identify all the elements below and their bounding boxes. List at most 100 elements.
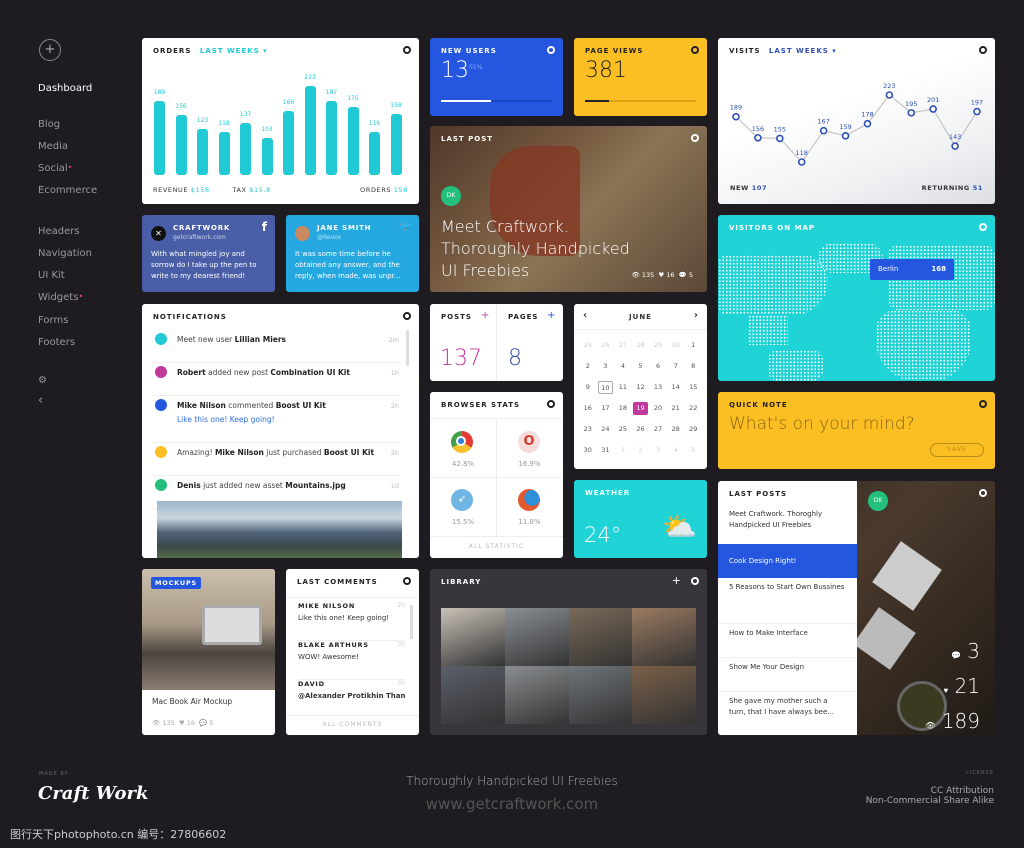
options-icon[interactable] [979, 223, 987, 231]
data-point[interactable] [776, 134, 784, 143]
library-photo[interactable] [632, 608, 696, 666]
calendar-day[interactable]: 3 [598, 360, 614, 373]
options-icon[interactable] [979, 400, 987, 408]
data-point[interactable] [929, 105, 937, 113]
library-photo[interactable] [504, 666, 569, 724]
data-point[interactable] [951, 142, 959, 150]
sidebar-item-ecommerce[interactable]: Ecommerce [38, 185, 97, 196]
calendar-day[interactable]: 30 [668, 339, 684, 352]
all-statistic-link[interactable]: ALL STATISTIC [430, 543, 563, 550]
mockups-card[interactable]: MOCKUPS Mac Book Air Mockup 👁 135 ♥ 16 💬… [142, 569, 275, 735]
calendar-day[interactable]: 10 [597, 381, 614, 394]
all-comments-link[interactable]: ALL COMMENTS [286, 721, 419, 728]
calendar-day[interactable]: 15 [685, 381, 701, 394]
sidebar-item-footers[interactable]: Footers [38, 337, 75, 348]
facebook-post-card[interactable]: ✕ CRAFTWORK getcraftwork.com f With what… [142, 215, 275, 292]
calendar-day[interactable]: 11 [615, 381, 631, 394]
notification-item[interactable]: Mike Nilson commented Boost UI Kit Like … [153, 396, 399, 443]
calendar-day[interactable]: 19 [632, 402, 649, 415]
calendar-day[interactable]: 8 [685, 360, 701, 373]
calendar-day[interactable]: 27 [615, 339, 631, 352]
library-photo[interactable] [504, 608, 569, 666]
post-list-item[interactable]: She gave my mother such a turn, that I h… [718, 692, 857, 735]
post-list-item[interactable]: 5 Reasons to Start Own Bussines [718, 578, 857, 624]
options-icon[interactable] [691, 577, 699, 585]
last-post-card[interactable]: LAST POST DK Meet Craftwork. Thoroughly … [430, 126, 707, 292]
calendar-day[interactable]: 17 [598, 402, 614, 415]
calendar-day[interactable]: 7 [668, 360, 684, 373]
calendar-day[interactable]: 6 [650, 360, 666, 373]
comment-item[interactable]: BLAKE ARTHURS WOW! Awesome! 3h [298, 641, 405, 680]
calendar-day[interactable]: 2 [633, 444, 649, 457]
post-headline[interactable]: Meet Craftwork. Thoroughly Handpicked UI… [441, 216, 651, 282]
calendar-day[interactable]: 31 [598, 444, 614, 457]
data-point[interactable] [732, 112, 740, 121]
calendar-day[interactable]: 4 [668, 444, 684, 457]
options-icon[interactable] [691, 46, 699, 54]
calendar-day[interactable]: 21 [668, 402, 684, 415]
scrollbar[interactable] [406, 330, 409, 366]
collapse-icon[interactable]: ‹ [38, 393, 43, 408]
data-point[interactable] [841, 132, 850, 140]
data-point[interactable] [754, 133, 762, 142]
sidebar-item-forms[interactable]: Forms [38, 315, 68, 326]
options-icon[interactable] [979, 489, 987, 497]
scrollbar[interactable] [410, 605, 413, 639]
options-icon[interactable] [691, 134, 699, 142]
library-photo[interactable] [441, 666, 505, 724]
calendar-day[interactable]: 1 [685, 339, 701, 352]
add-icon[interactable]: + [672, 574, 681, 587]
calendar-day[interactable]: 29 [650, 339, 666, 352]
calendar-day[interactable]: 25 [615, 423, 631, 436]
library-photo[interactable] [568, 666, 633, 724]
library-photo[interactable] [441, 608, 505, 666]
calendar-day[interactable]: 23 [580, 423, 596, 436]
calendar-day[interactable]: 28 [633, 339, 649, 352]
data-point[interactable] [973, 107, 981, 116]
notification-item[interactable]: Meet new user Lillian Miers 2m [153, 330, 399, 363]
sidebar-item-widgets[interactable]: Widgets• [38, 292, 83, 303]
data-point[interactable] [885, 91, 894, 99]
data-point[interactable] [797, 158, 806, 166]
data-point[interactable] [907, 109, 916, 117]
note-input[interactable]: What's on your mind? [729, 414, 915, 434]
calendar-day[interactable]: 29 [685, 423, 701, 436]
calendar-day[interactable]: 13 [650, 381, 666, 394]
calendar-day[interactable]: 16 [580, 402, 596, 415]
notification-item[interactable]: Robert added new post Combination UI Kit… [153, 363, 399, 396]
calendar-day[interactable]: 2 [580, 360, 596, 373]
data-point[interactable] [863, 119, 872, 128]
settings-icon[interactable]: ⚙ [38, 375, 47, 386]
calendar-day[interactable]: 24 [598, 423, 614, 436]
sidebar-item-uikit[interactable]: UI Kit [38, 270, 65, 281]
calendar-day[interactable]: 1 [615, 444, 631, 457]
calendar-day[interactable]: 26 [633, 423, 649, 436]
sidebar-item-navigation[interactable]: Navigation [38, 248, 92, 259]
comment-item[interactable]: DAVID @Alexander Protikhin Than- 3h [298, 680, 405, 719]
orders-filter[interactable]: LAST WEEKS ▾ [200, 47, 268, 55]
calendar-day[interactable]: 9 [580, 381, 596, 394]
sidebar-item-headers[interactable]: Headers [38, 226, 80, 237]
add-post-button[interactable]: + [481, 310, 489, 321]
sidebar-item-media[interactable]: Media [38, 141, 68, 152]
comment-item[interactable]: MIKE NILSON Like this one! Keep going! 2… [298, 602, 405, 641]
post-list-item[interactable]: Cook Design Right! [718, 544, 857, 578]
calendar-day[interactable]: 5 [633, 360, 649, 373]
calendar-day[interactable]: 4 [615, 360, 631, 373]
save-button[interactable]: SAVE [930, 443, 984, 457]
options-icon[interactable] [403, 312, 411, 320]
add-page-button[interactable]: + [547, 310, 555, 321]
sidebar-item-blog[interactable]: Blog [38, 119, 60, 130]
post-list-item[interactable]: Show Me Your Design [718, 658, 857, 692]
options-icon[interactable] [403, 46, 411, 54]
calendar-day[interactable]: 28 [668, 423, 684, 436]
sidebar-item-dashboard[interactable]: Dashboard [38, 83, 92, 94]
next-month-button[interactable]: › [694, 310, 698, 321]
calendar-day[interactable]: 30 [580, 444, 596, 457]
calendar-day[interactable]: 12 [633, 381, 649, 394]
twitter-post-card[interactable]: JANE SMITH @Revox 🐦 It was some time bef… [286, 215, 419, 292]
calendar-day[interactable]: 3 [650, 444, 666, 457]
post-list-item[interactable]: Meet Craftwork. Thoroghly Handpicked UI … [718, 505, 857, 544]
data-point[interactable] [819, 126, 828, 135]
calendar-day[interactable]: 5 [685, 444, 701, 457]
